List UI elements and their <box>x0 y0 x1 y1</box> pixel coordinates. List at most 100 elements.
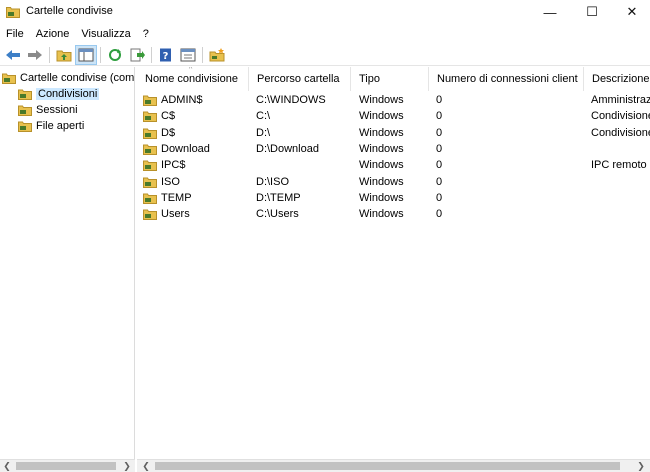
tree-item-sessioni[interactable]: Sessioni <box>18 102 78 118</box>
export-list-button[interactable] <box>126 45 148 65</box>
cell-connections: 0 <box>436 190 582 206</box>
cell-name-text: Download <box>161 142 210 155</box>
table-row[interactable]: D$ D:\ Windows 0 Condivisione <box>137 125 650 141</box>
cell-name-text: ADMIN$ <box>161 94 203 106</box>
cell-description <box>591 206 650 222</box>
refresh-button[interactable] <box>104 45 126 65</box>
help-button[interactable]: ? <box>155 45 177 65</box>
title-bar: Cartelle condivise — ☐ ✕ <box>0 0 650 24</box>
scroll-thumb[interactable] <box>16 462 116 470</box>
cell-description <box>591 141 650 157</box>
forward-icon <box>28 49 42 60</box>
table-row[interactable]: C$ C:\ Windows 0 Condivisione <box>137 108 650 124</box>
scroll-thumb[interactable] <box>155 462 620 470</box>
cell-connections-text: 0 <box>436 94 443 106</box>
export-list-icon <box>130 48 145 61</box>
toolbar: ? <box>0 44 650 66</box>
new-share-button[interactable] <box>206 45 228 65</box>
back-button[interactable] <box>2 45 24 65</box>
shared-folder-icon <box>143 95 157 106</box>
cell-type-text: Windows <box>359 208 404 221</box>
cell-description <box>591 174 650 190</box>
menu-azione[interactable]: Azione <box>36 28 70 40</box>
shared-folder-icon <box>143 209 157 221</box>
new-share-icon <box>209 47 225 61</box>
forward-button[interactable] <box>24 45 46 65</box>
menu-bar: File Azione Visualizza ? <box>0 25 650 43</box>
close-button[interactable]: ✕ <box>612 0 650 24</box>
scroll-right-icon[interactable]: ❯ <box>120 460 134 472</box>
tree-item-file-aperti[interactable]: File aperti <box>18 118 84 134</box>
scroll-right-icon[interactable]: ❯ <box>634 460 648 472</box>
column-header-description[interactable]: Descrizione <box>584 67 650 91</box>
table-row[interactable]: Users C:\Users Windows 0 <box>137 206 650 222</box>
shared-folder-icon <box>143 128 157 139</box>
list-horizontal-scrollbar[interactable]: ❮ ❯ <box>137 459 650 472</box>
cell-connections: 0 <box>436 92 582 108</box>
menu-visualizza[interactable]: Visualizza <box>81 28 130 40</box>
cell-connections: 0 <box>436 157 582 173</box>
table-row[interactable]: ADMIN$ C:\WINDOWS Windows 0 Amministrazi <box>137 92 650 108</box>
column-header-path[interactable]: Percorso cartella <box>249 67 351 91</box>
cell-path: D:\ <box>256 125 349 141</box>
cell-type: Windows <box>359 92 427 108</box>
column-header-name[interactable]: Nome condivisione <box>137 67 249 91</box>
cell-description-text: IPC remoto <box>591 159 647 172</box>
column-header-connections[interactable]: Numero di connessioni client <box>429 67 584 91</box>
table-row[interactable]: Download D:\Download Windows 0 <box>137 141 650 157</box>
shared-folder-icon <box>143 144 157 155</box>
toolbar-separator <box>49 46 50 63</box>
table-row[interactable]: IPC$ Windows 0 IPC remoto <box>137 157 650 173</box>
cell-name: D$ <box>143 125 247 141</box>
cell-connections-text: 0 <box>436 110 443 123</box>
properties-button[interactable] <box>177 45 199 65</box>
tree-root[interactable]: Cartelle condivise (comp <box>2 70 134 86</box>
tree-item-condivisioni[interactable]: Condivisioni <box>18 86 100 102</box>
cell-type-text: Windows <box>359 126 404 139</box>
cell-connections: 0 <box>436 206 582 222</box>
up-folder-icon <box>56 50 72 61</box>
cell-name: TEMP <box>143 190 247 206</box>
cell-name: IPC$ <box>143 157 247 173</box>
shared-folder-icon <box>143 193 157 204</box>
shared-folder-icon <box>143 177 157 188</box>
cell-path <box>256 157 349 173</box>
cell-name-text: D$ <box>161 126 176 139</box>
cell-type-text: Windows <box>359 94 404 106</box>
tree-item-label: Condivisioni <box>36 88 100 100</box>
scroll-left-icon[interactable]: ❮ <box>0 460 14 472</box>
scroll-left-icon[interactable]: ❮ <box>139 460 153 472</box>
cell-path-text: D:\ISO <box>256 175 290 188</box>
cell-connections-text: 0 <box>436 175 443 188</box>
cell-connections-text: 0 <box>436 159 443 172</box>
menu-file[interactable]: File <box>6 28 24 40</box>
cell-description: Amministrazi <box>591 92 650 108</box>
cell-name-text: TEMP <box>161 191 192 204</box>
show-hide-tree-button[interactable] <box>75 44 97 65</box>
cell-name-text: Users <box>161 208 190 221</box>
cell-description: Condivisione <box>591 125 650 141</box>
up-folder-button[interactable] <box>53 45 75 65</box>
table-row[interactable]: ISO D:\ISO Windows 0 <box>137 174 650 190</box>
tree-item-label: File aperti <box>36 120 85 132</box>
cell-path: D:\ISO <box>256 174 349 190</box>
minimize-button[interactable]: — <box>530 0 570 24</box>
cell-name: ISO <box>143 174 247 190</box>
cell-name-text: ISO <box>161 175 180 188</box>
tree-item-label: Sessioni <box>36 104 78 116</box>
cell-connections-text: 0 <box>436 142 443 155</box>
refresh-icon <box>109 48 121 61</box>
menu-help[interactable]: ? <box>143 28 149 40</box>
cell-path-text: C:\ <box>256 110 271 123</box>
show-hide-tree-icon <box>78 48 94 61</box>
maximize-button[interactable]: ☐ <box>572 0 612 24</box>
toolbar-separator <box>151 46 152 63</box>
cell-path-text: D:\ <box>256 126 271 139</box>
cell-type: Windows <box>359 125 427 141</box>
cell-type: Windows <box>359 141 427 157</box>
shared-folder-icon <box>143 160 157 172</box>
table-row[interactable]: TEMP D:\TEMP Windows 0 <box>137 190 650 206</box>
column-header-type[interactable]: Tipo <box>351 67 429 91</box>
tree-horizontal-scrollbar[interactable]: ❮ ❯ <box>0 459 135 472</box>
cell-name-text: IPC$ <box>161 159 186 172</box>
